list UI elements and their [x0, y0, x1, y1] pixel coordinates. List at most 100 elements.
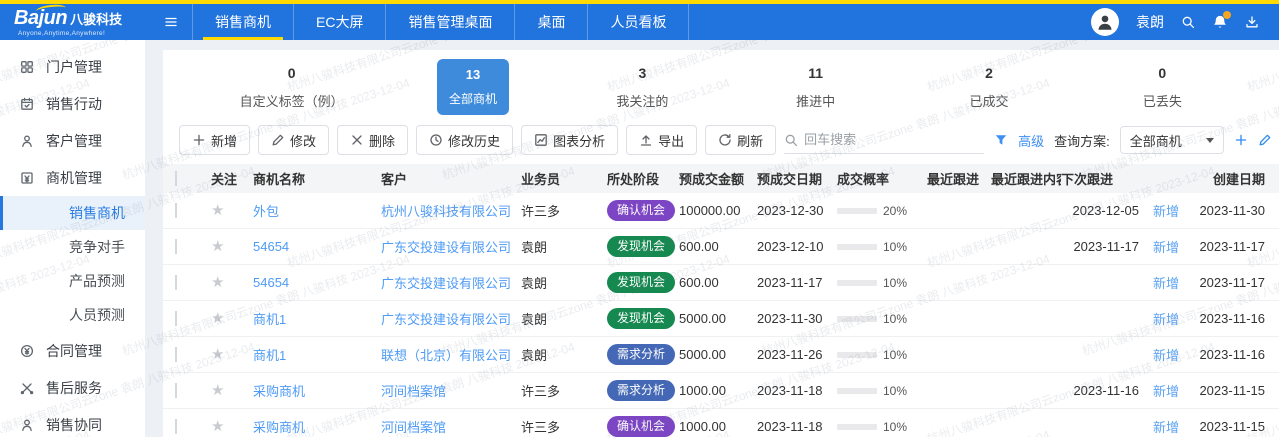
row-checkbox[interactable] [175, 311, 177, 326]
search-input[interactable] [804, 132, 984, 147]
col-salesperson[interactable]: 业务员 [521, 169, 607, 188]
sidebar-item-商机管理[interactable]: 商机管理 [0, 159, 145, 196]
favorite-star-icon[interactable]: ★ [211, 311, 224, 326]
sidebar-item-客户管理[interactable]: 客户管理 [0, 122, 145, 159]
salesperson-name: 袁朗 [521, 273, 607, 292]
sidebar-item-销售行动[interactable]: 销售行动 [0, 85, 145, 122]
header-tab[interactable]: 人员看板 [587, 4, 689, 40]
customer-link[interactable]: 广东交投建设有限公司 [381, 312, 511, 327]
col-recent-follow[interactable]: 最近跟进 [927, 169, 991, 188]
sidebar-item-售后服务[interactable]: 售后服务 [0, 369, 145, 406]
customer-link[interactable]: 联想（北京）有限公司 [381, 348, 511, 363]
probability-value: 10% [883, 312, 907, 326]
stat-item[interactable]: 11 推进中 [776, 65, 856, 110]
opportunity-name-link[interactable]: 商机1 [253, 348, 286, 363]
stat-item[interactable]: 13 全部商机 [437, 59, 509, 115]
col-recent-follow-content[interactable]: 最近跟进内容 [991, 169, 1061, 188]
favorite-star-icon[interactable]: ★ [211, 419, 224, 434]
favorite-star-icon[interactable]: ★ [211, 275, 224, 290]
customer-link[interactable]: 广东交投建设有限公司 [381, 276, 511, 291]
stat-item[interactable]: 0 自定义标签（例） [240, 65, 344, 110]
row-checkbox[interactable] [175, 203, 177, 218]
stat-item[interactable]: 2 已成交 [949, 65, 1029, 110]
bell-icon[interactable] [1212, 14, 1228, 30]
opportunity-name-link[interactable]: 54654 [253, 239, 289, 254]
toolbar-button[interactable]: 导出 [626, 125, 697, 155]
customer-link[interactable]: 河间档案馆 [381, 384, 446, 399]
row-checkbox[interactable] [175, 383, 177, 398]
sidebar-item-产品预测[interactable]: 产品预测 [0, 264, 145, 298]
add-follow-link[interactable]: 新增 [1153, 204, 1179, 219]
sidebar-item-人员预测[interactable]: 人员预测 [0, 298, 145, 332]
chevron-down-icon [1206, 138, 1214, 143]
toolbar-button[interactable]: 修改历史 [416, 125, 513, 155]
query-plan-select[interactable]: 全部商机 [1120, 126, 1224, 154]
toolbar-button[interactable]: 删除 [337, 125, 408, 155]
col-amount[interactable]: 预成交金额 [679, 169, 757, 188]
sidebar-item-门户管理[interactable]: 门户管理 [0, 48, 145, 85]
add-follow-link[interactable]: 新增 [1153, 240, 1179, 255]
download-icon[interactable] [1245, 15, 1259, 29]
sidebar-item-销售协同[interactable]: 销售协同 [0, 406, 145, 437]
add-plan-icon[interactable] [1234, 133, 1248, 147]
filter-funnel-icon[interactable] [994, 133, 1008, 147]
col-favorite[interactable]: 关注 [211, 169, 253, 188]
edit-plan-icon[interactable] [1258, 133, 1272, 147]
row-checkbox[interactable] [175, 419, 177, 434]
col-stage[interactable]: 所处阶段 [607, 169, 679, 188]
customer-link[interactable]: 广东交投建设有限公司 [381, 240, 511, 255]
add-follow-link[interactable]: 新增 [1153, 420, 1179, 435]
add-follow-link[interactable]: 新增 [1153, 348, 1179, 363]
favorite-star-icon[interactable]: ★ [211, 347, 224, 362]
stat-count: 0 [240, 65, 344, 81]
sidebar-item-竞争对手[interactable]: 竞争对手 [0, 230, 145, 264]
select-all-checkbox[interactable] [175, 171, 177, 186]
sidebar-item-label: 门户管理 [46, 57, 102, 77]
favorite-star-icon[interactable]: ★ [211, 383, 224, 398]
opportunity-name-link[interactable]: 采购商机 [253, 384, 305, 399]
stat-count: 0 [1122, 65, 1202, 81]
col-created[interactable]: 创建日期 [1199, 169, 1279, 188]
toolbar-button[interactable]: 修改 [258, 125, 329, 155]
advanced-search-link[interactable]: 高级 [1018, 131, 1044, 150]
col-name[interactable]: 商机名称 [253, 169, 381, 188]
opportunity-name-link[interactable]: 商机1 [253, 312, 286, 327]
header-tab[interactable]: 桌面 [514, 4, 587, 40]
search-icon[interactable] [1181, 15, 1195, 29]
user-name[interactable]: 袁朗 [1136, 12, 1164, 32]
notification-badge [1223, 11, 1231, 19]
opportunity-name-link[interactable]: 采购商机 [253, 420, 305, 435]
toolbar-button[interactable]: 刷新 [705, 125, 776, 155]
stat-count: 13 [449, 67, 497, 82]
opportunity-name-link[interactable]: 外包 [253, 204, 279, 219]
menu-toggle-icon[interactable] [150, 4, 192, 40]
toolbar-button[interactable]: 新增 [179, 125, 250, 155]
customer-link[interactable]: 杭州八骏科技有限公司 [381, 204, 511, 219]
header-tab[interactable]: 销售商机 [192, 4, 293, 40]
add-follow-link[interactable]: 新增 [1153, 276, 1179, 291]
row-checkbox[interactable] [175, 275, 177, 290]
avatar[interactable] [1091, 8, 1119, 36]
favorite-star-icon[interactable]: ★ [211, 239, 224, 254]
customer-link[interactable]: 河间档案馆 [381, 420, 446, 435]
col-probability[interactable]: 成交概率 [837, 169, 927, 188]
add-follow-link[interactable]: 新增 [1153, 312, 1179, 327]
stat-item[interactable]: 3 我关注的 [602, 65, 682, 110]
header-tab[interactable]: EC大屏 [293, 4, 385, 40]
col-next-follow[interactable]: 下次跟进 [1061, 169, 1199, 188]
expected-date: 2023-11-17 [757, 275, 837, 290]
stat-label: 自定义标签（例） [240, 91, 344, 110]
favorite-star-icon[interactable]: ★ [211, 203, 224, 218]
col-customer[interactable]: 客户 [381, 169, 521, 188]
sidebar-item-销售商机[interactable]: 销售商机 [0, 196, 145, 230]
sidebar-item-合同管理[interactable]: 合同管理 [0, 332, 145, 369]
row-checkbox[interactable] [175, 347, 177, 362]
add-follow-link[interactable]: 新增 [1153, 384, 1179, 399]
col-expected-date[interactable]: 预成交日期 [757, 169, 837, 188]
header-tab[interactable]: 销售管理桌面 [385, 4, 514, 40]
created-date: 2023-11-16 [1199, 347, 1279, 362]
row-checkbox[interactable] [175, 239, 177, 254]
opportunity-name-link[interactable]: 54654 [253, 275, 289, 290]
stat-item[interactable]: 0 已丢失 [1122, 65, 1202, 110]
toolbar-button[interactable]: 图表分析 [521, 125, 618, 155]
